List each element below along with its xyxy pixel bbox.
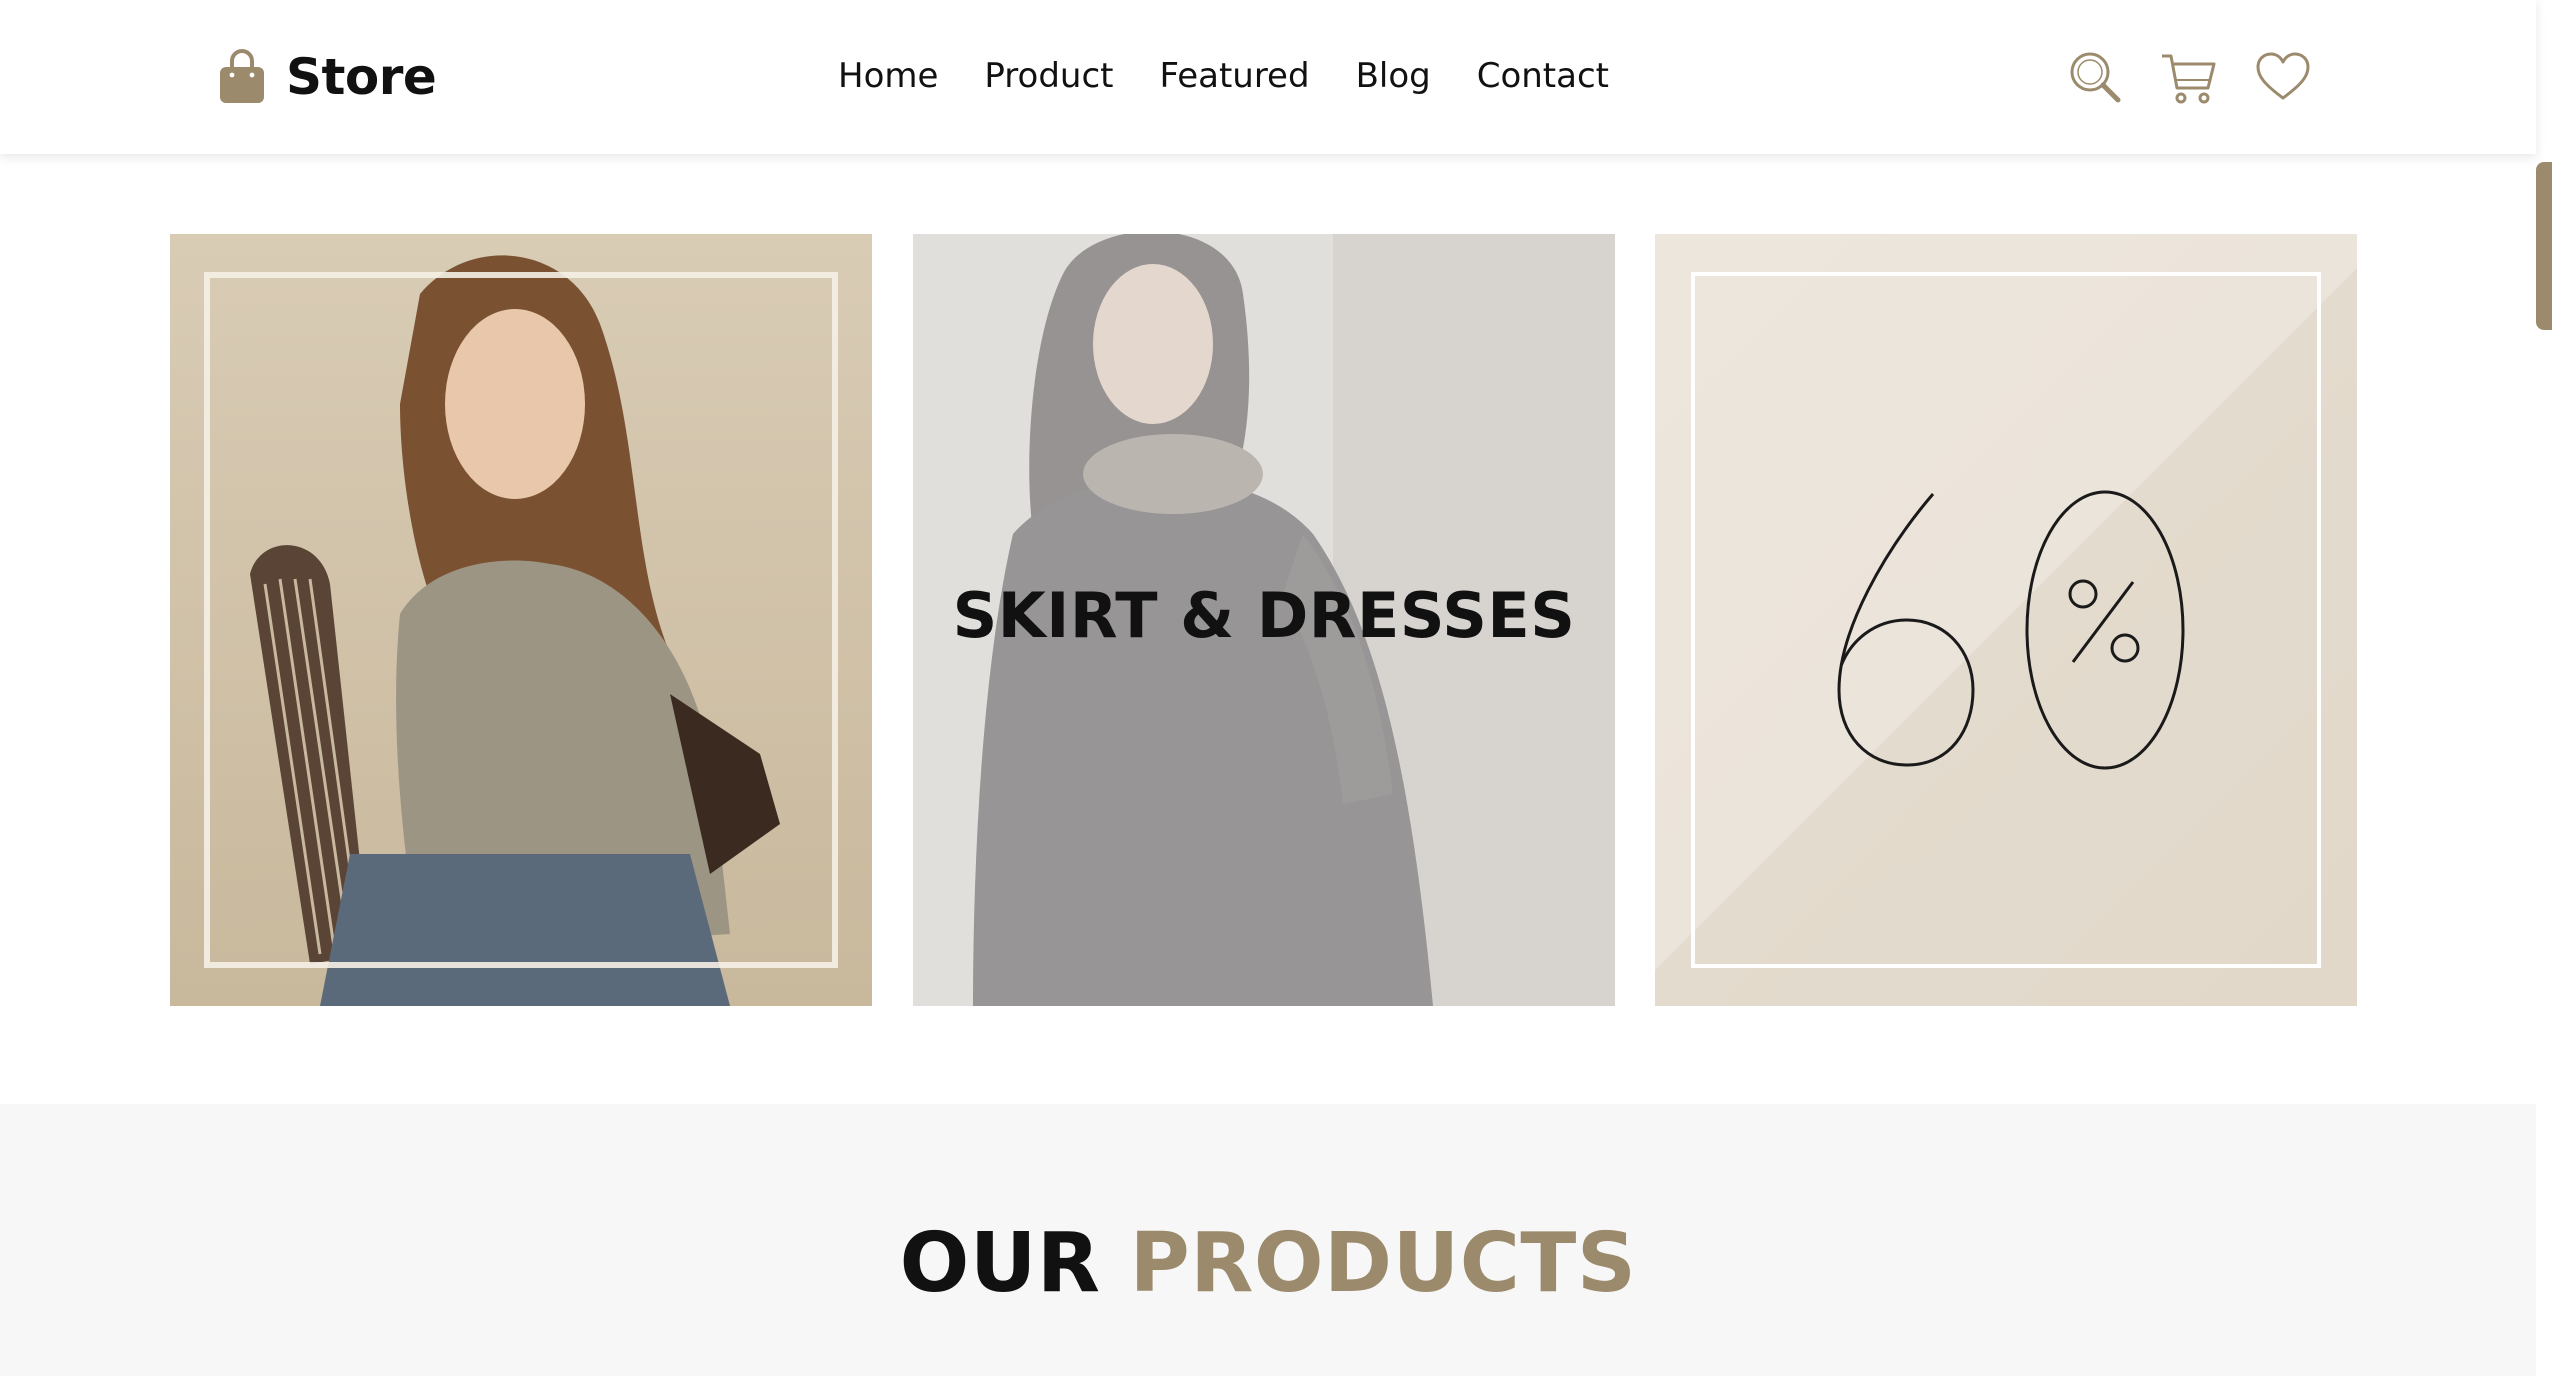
main-nav: Home Product Featured Blog Contact	[838, 48, 1609, 104]
brand-name: Store	[286, 48, 437, 106]
banner-skirt-dresses[interactable]: SKIRT & DRESSES	[913, 234, 1615, 1006]
products-section: OUR PRODUCTS	[0, 1104, 2536, 1376]
site-header: Store Home Product Featured Blog Contact	[0, 0, 2536, 154]
section-title-part1: OUR	[899, 1216, 1101, 1311]
nav-product[interactable]: Product	[984, 56, 1113, 96]
brand-logo[interactable]: Store	[218, 42, 437, 112]
nav-home[interactable]: Home	[838, 56, 938, 96]
header-actions	[2066, 44, 2312, 110]
shopping-bag-icon	[220, 49, 264, 103]
banner-promo-sale[interactable]	[1655, 234, 2357, 1006]
nav-blog[interactable]: Blog	[1356, 56, 1431, 96]
cart-icon[interactable]	[2160, 48, 2218, 106]
nav-featured[interactable]: Featured	[1160, 56, 1310, 96]
nav-contact[interactable]: Contact	[1477, 56, 1609, 96]
banner-title[interactable]: SKIRT & DRESSES	[913, 579, 1615, 652]
page-scrollbar[interactable]	[2536, 0, 2552, 1376]
banner-fashion-photo[interactable]	[170, 234, 872, 1006]
section-title-part2: PRODUCTS	[1129, 1216, 1637, 1311]
search-icon[interactable]	[2066, 48, 2124, 106]
sixty-percent-promo	[1837, 490, 2185, 770]
heart-icon[interactable]	[2254, 48, 2312, 106]
section-title: OUR PRODUCTS	[0, 1216, 2536, 1311]
banner-frame	[204, 272, 838, 968]
scrollbar-thumb[interactable]	[2536, 162, 2552, 330]
